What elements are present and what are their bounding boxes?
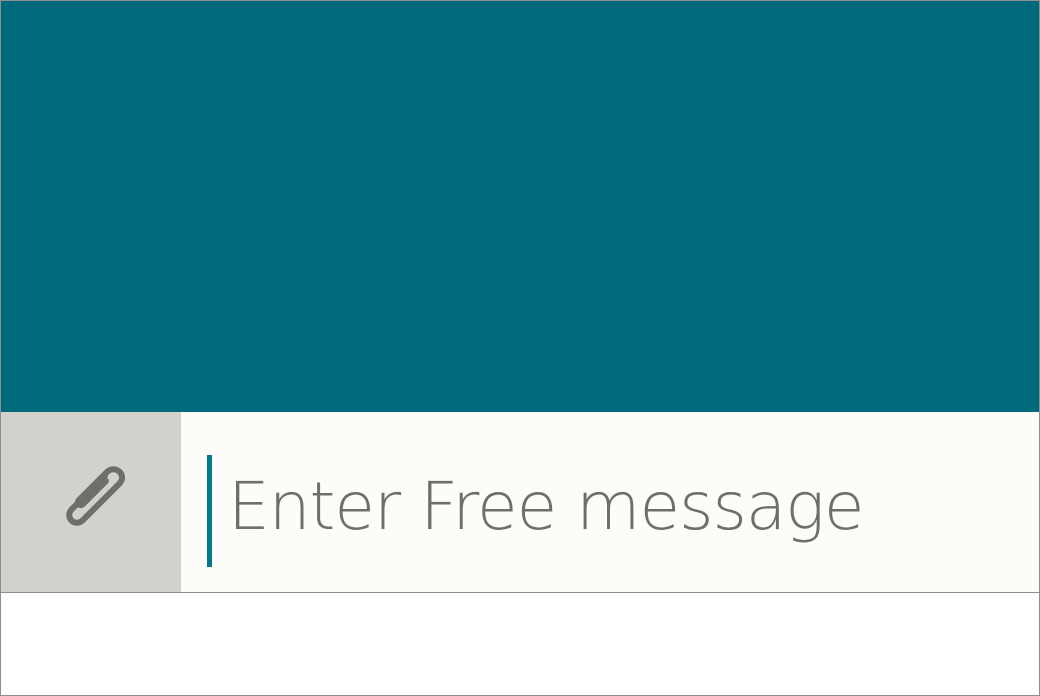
- message-composer: Enter Free message: [1, 412, 1039, 593]
- paperclip-icon: [50, 461, 132, 543]
- attach-button[interactable]: [1, 412, 181, 592]
- header-area: [1, 1, 1039, 412]
- message-input[interactable]: Enter Free message: [181, 412, 1039, 592]
- app-window: Enter Free message: [0, 0, 1040, 696]
- message-placeholder: Enter Free message: [228, 468, 864, 545]
- empty-content-area: [1, 593, 1039, 695]
- text-caret: [207, 455, 212, 567]
